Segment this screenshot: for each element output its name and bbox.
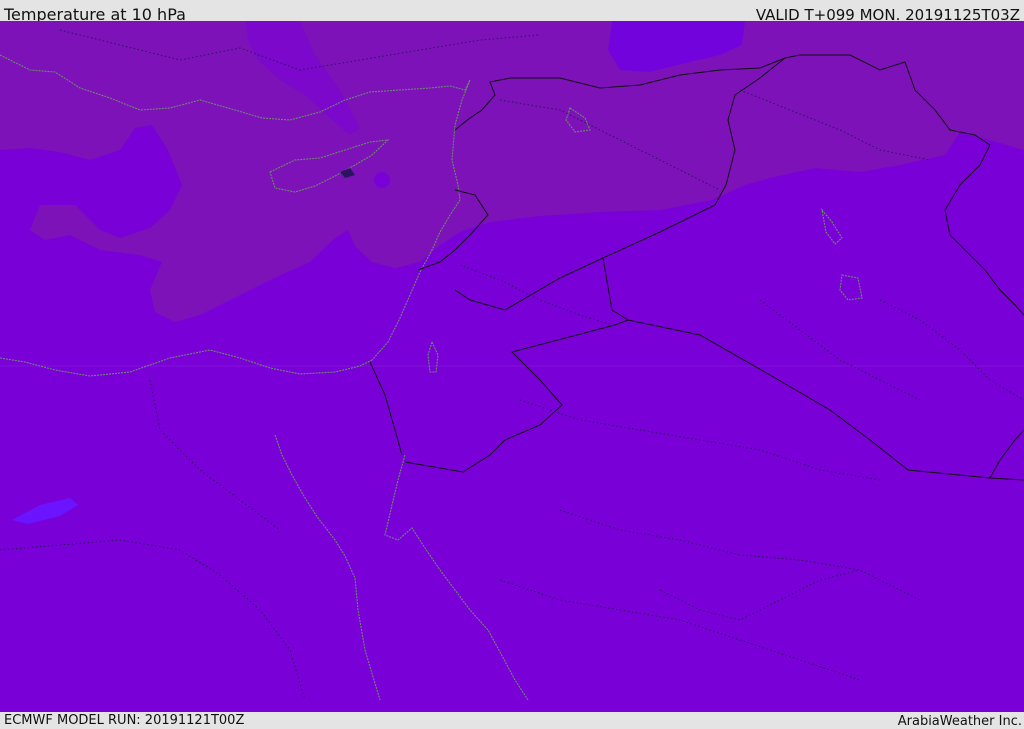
weather-map-viewer: Temperature at 10 hPa VALID T+099 MON. 2…: [0, 0, 1024, 729]
header-bar: Temperature at 10 hPa VALID T+099 MON. 2…: [0, 0, 1024, 24]
field-cold-dot: [374, 172, 390, 188]
temperature-map: [0, 21, 1024, 712]
credit-label: ArabiaWeather Inc.: [897, 714, 1022, 729]
model-run-label: ECMWF MODEL RUN: 20191121T00Z: [4, 713, 245, 728]
footer-bar: ECMWF MODEL RUN: 20191121T00Z ArabiaWeat…: [0, 712, 1024, 729]
